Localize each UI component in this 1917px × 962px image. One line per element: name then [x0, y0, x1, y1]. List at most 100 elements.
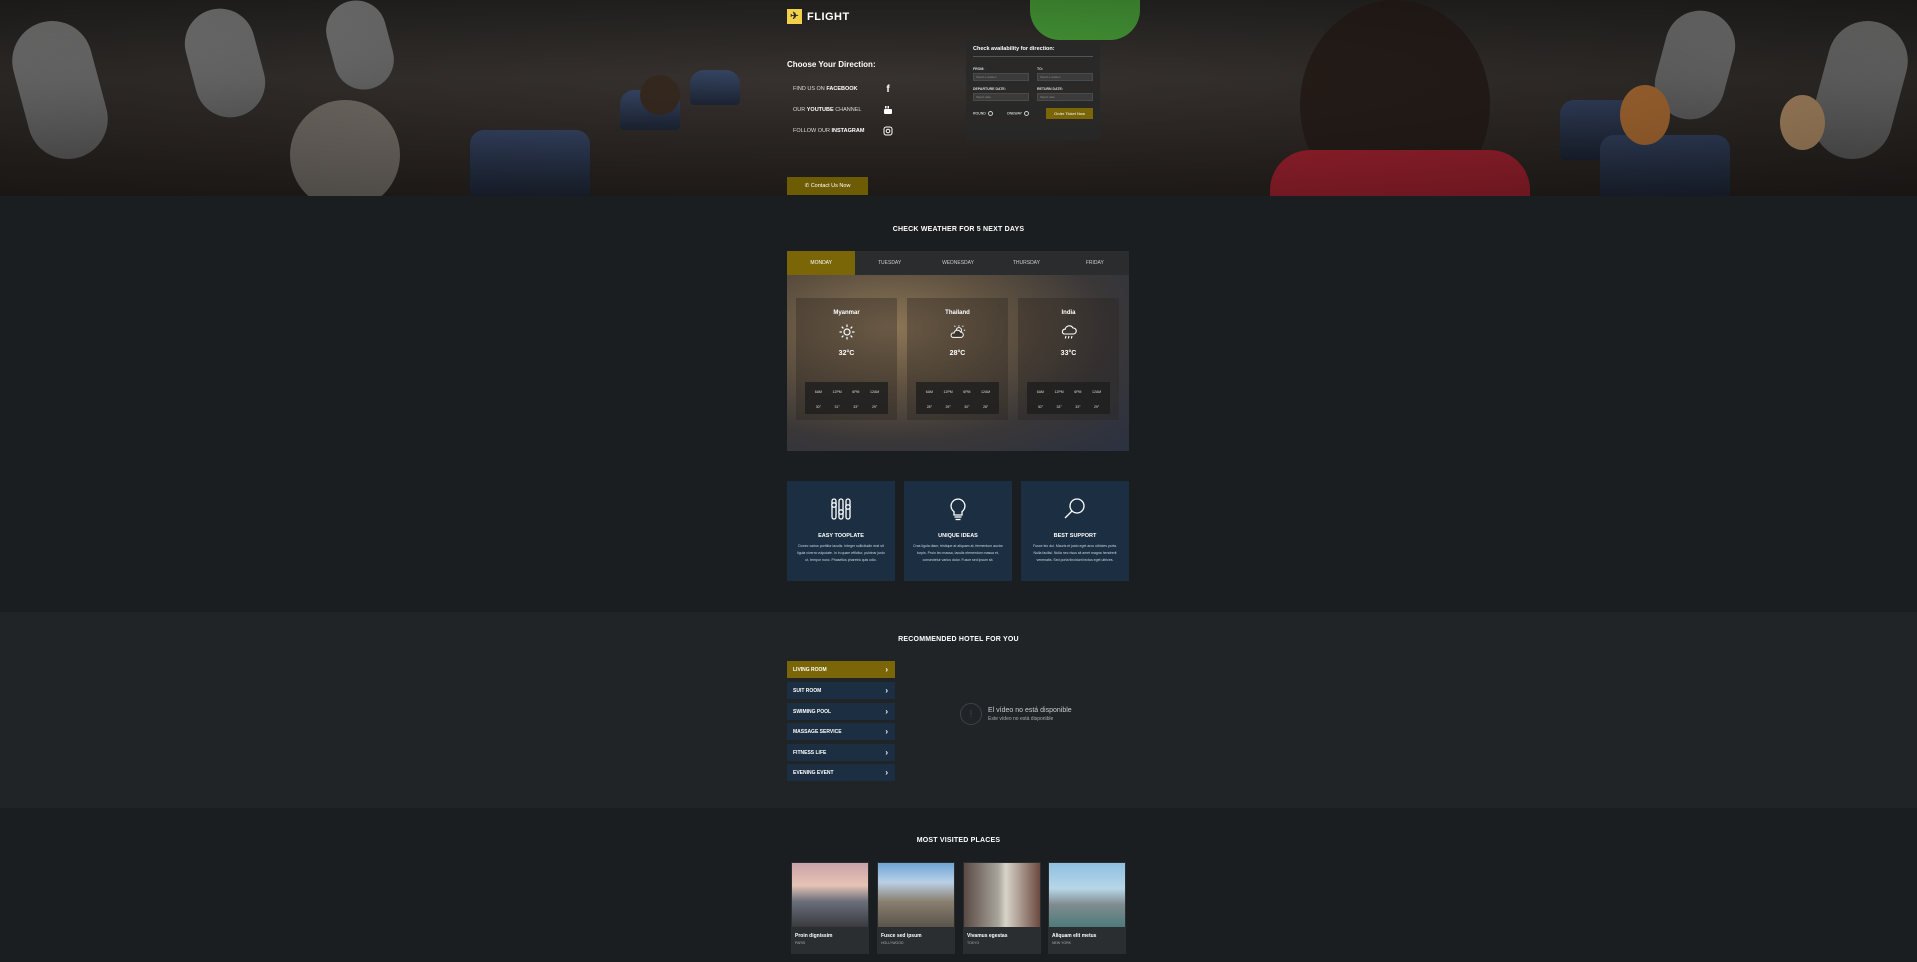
weather-card: Myanmar 32°C 6AM 12PM 6PM 12AM 30° 31° 3… [796, 298, 897, 420]
to-label: TO: [1037, 67, 1043, 71]
hour-label: 12PM [832, 390, 842, 394]
social-facebook[interactable]: FIND US ON FACEBOOK f [793, 84, 893, 95]
hotel-item-label: MASSAGE SERVICE [793, 728, 842, 735]
from-label: FROM: [973, 67, 985, 71]
video-player[interactable]: ! El vídeo no está disponible Este vídeo… [960, 703, 1072, 725]
feature-text: Fusce leo dui. Mauris et justo eget arcu… [1033, 544, 1117, 562]
booking-form: Check availability for direction: FROM: … [966, 40, 1100, 140]
hotel-item-label: FITNESS LIFE [793, 749, 827, 756]
youtube-icon[interactable] [883, 105, 893, 115]
radio-circle [1024, 111, 1030, 116]
order-ticket-button[interactable]: Order Ticket Now [1046, 108, 1093, 119]
hotel-item-label: SWIMING POOL [793, 708, 832, 715]
hour-temp: 29° [871, 405, 878, 409]
oneway-label: ONEWAY [1006, 111, 1023, 116]
place-name: Fusce sed ipsum [881, 933, 922, 939]
lightbulb-icon [945, 496, 971, 522]
tab-tuesday[interactable]: TUESDAY [855, 251, 923, 275]
hour-temp: 30° [964, 405, 970, 409]
plane-icon: ✈ [787, 9, 802, 24]
hero-overlay [0, 0, 1917, 196]
hotel-item-massage-service[interactable]: MASSAGE SERVICE › [787, 723, 895, 740]
hour-temp: 33° [1075, 405, 1081, 409]
social-prefix: FOLLOW OUR [793, 128, 830, 134]
video-unavailable-subtitle: Este vídeo no está disponible [988, 715, 1054, 722]
contact-us-button[interactable]: ✆ Contact Us Now [787, 177, 868, 195]
hour-temp: 29° [1093, 405, 1100, 409]
place-card[interactable]: Vivamus egestas TOKYO [963, 862, 1041, 954]
oneway-radio[interactable]: ONEWAY [1006, 111, 1030, 116]
hour-temp: 30° [815, 405, 822, 409]
place-card[interactable]: Proin dignissim PARIS [791, 862, 869, 954]
hour-label: 6AM [1036, 390, 1044, 394]
weather-panel: Myanmar 32°C 6AM 12PM 6PM 12AM 30° 31° 3… [787, 275, 1129, 451]
temperature: 33°C [1060, 350, 1077, 357]
tab-friday[interactable]: FRIDAY [1061, 251, 1129, 275]
brand-logo[interactable]: ✈ FLIGHT [787, 9, 850, 24]
hour-label: 6PM [1074, 390, 1082, 394]
social-prefix: OUR [793, 107, 806, 113]
hour-temp: 31° [834, 405, 840, 409]
departure-date-input[interactable]: Select date [973, 93, 1029, 101]
place-location: PARIS [795, 941, 806, 945]
chevron-right-icon: › [885, 707, 888, 716]
return-label: RETURN DATE: [1037, 87, 1063, 91]
instagram-icon[interactable] [883, 126, 893, 136]
tab-monday[interactable]: MONDAY [787, 251, 856, 275]
place-name: Vivamus egestas [967, 933, 1008, 939]
sliders-icon [828, 496, 854, 522]
hour-label: 6PM [852, 390, 860, 394]
feature-text: Cras ligula diam, tristique at aliquam a… [913, 544, 1003, 562]
return-date-input[interactable]: Select date [1037, 93, 1093, 101]
feature-card: EASY TOOPLATE Donec varius porttitor iac… [787, 481, 895, 581]
chevron-right-icon: › [885, 748, 888, 757]
social-suffix: CHANNEL [835, 107, 862, 113]
to-select[interactable]: Select Location [1037, 73, 1093, 81]
warning-icon: ! [960, 703, 982, 725]
place-image [792, 863, 868, 927]
hotel-item-suit-room[interactable]: SUIT ROOM › [787, 682, 895, 699]
chevron-right-icon: › [885, 665, 888, 674]
tab-thursday[interactable]: THURSDAY [992, 251, 1060, 275]
weather-widget: MONDAY TUESDAY WEDNESDAY THURSDAY FRIDAY… [787, 251, 1129, 451]
city-name: India [1061, 310, 1076, 316]
hour-temp: 33° [853, 405, 859, 409]
place-location: TOKYO [967, 941, 980, 945]
social-youtube[interactable]: OUR YOUTUBE CHANNEL [793, 105, 893, 115]
chevron-right-icon: › [885, 727, 888, 736]
chevron-right-icon: › [885, 768, 888, 777]
direction-title: Choose Your Direction: [787, 60, 876, 69]
from-select[interactable]: Select Location [973, 73, 1029, 81]
place-card[interactable]: Fusce sed ipsum HOLLYWOOD [877, 862, 955, 954]
place-image [1049, 863, 1125, 927]
radio-circle [987, 111, 993, 116]
hourly-forecast: 6AM 12PM 6PM 12AM 30° 31° 33° 29° [805, 382, 888, 414]
hotel-item-fitness-life[interactable]: FITNESS LIFE › [787, 744, 895, 761]
round-label: ROUND [973, 111, 986, 116]
hotel-item-label: SUIT ROOM [793, 687, 822, 694]
hotel-item-living-room[interactable]: LIVING ROOM › [787, 661, 895, 678]
hour-label: 12AM [870, 390, 880, 394]
hotel-item-swiming-pool[interactable]: SWIMING POOL › [787, 703, 895, 720]
hourly-forecast: 6AM 12PM 6PM 12AM 30° 33° 33° 29° [1027, 382, 1110, 414]
place-card[interactable]: Aliquam elit metus NEW YORK [1048, 862, 1126, 954]
city-name: Thailand [945, 310, 970, 316]
place-image [878, 863, 954, 927]
hotel-item-evening-event[interactable]: EVENING EVENT › [787, 764, 895, 781]
chevron-right-icon: › [885, 686, 888, 695]
hour-label: 12AM [1092, 390, 1102, 394]
round-radio[interactable]: ROUND [973, 111, 993, 116]
social-prefix: FIND US ON [793, 86, 825, 92]
hour-label: 6PM [963, 390, 971, 394]
magnifier-icon [1062, 496, 1088, 522]
hour-label: 12PM [1054, 390, 1064, 394]
tab-wednesday[interactable]: WEDNESDAY [924, 251, 992, 275]
place-location: HOLLYWOOD [881, 941, 904, 945]
hour-temp: 29° [945, 405, 951, 409]
hour-label: 6AM [814, 390, 822, 394]
hour-temp: 28° [926, 405, 933, 409]
social-instagram[interactable]: FOLLOW OUR INSTAGRAM [793, 126, 893, 136]
place-name: Aliquam elit metus [1052, 933, 1097, 939]
hour-label: 12AM [981, 390, 991, 394]
facebook-icon[interactable]: f [883, 84, 893, 95]
